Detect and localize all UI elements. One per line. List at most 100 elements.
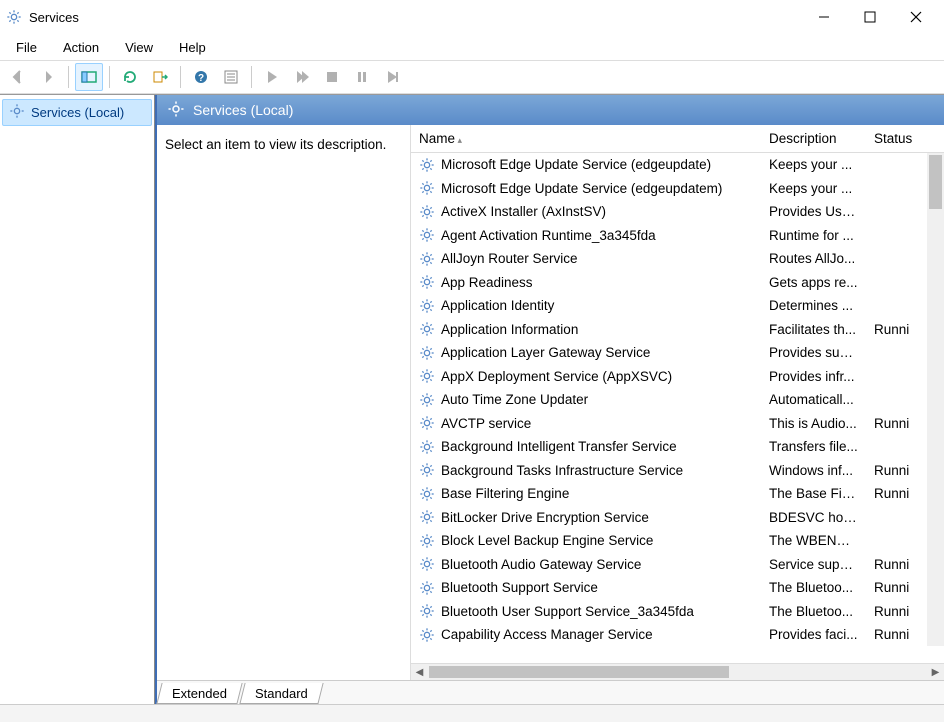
gear-icon [419, 204, 435, 220]
gear-icon [419, 227, 435, 243]
gear-icon [419, 368, 435, 384]
menu-file[interactable]: File [6, 37, 47, 58]
refresh-icon[interactable] [116, 63, 144, 91]
service-row[interactable]: Auto Time Zone UpdaterAutomaticall... [411, 388, 927, 412]
tabs-bottom: ExtendedStandard [157, 680, 944, 704]
service-name: Application Information [441, 322, 578, 337]
tree-root-item[interactable]: Services (Local) [2, 99, 152, 126]
service-name: BitLocker Drive Encryption Service [441, 510, 649, 525]
back-icon [4, 63, 32, 91]
service-row[interactable]: Bluetooth Audio Gateway ServiceService s… [411, 553, 927, 577]
service-row[interactable]: Background Tasks Infrastructure ServiceW… [411, 459, 927, 483]
service-row[interactable]: Base Filtering EngineThe Base Filt...Run… [411, 482, 927, 506]
vertical-scrollbar[interactable] [927, 153, 944, 646]
gear-icon [419, 392, 435, 408]
service-desc: Routes AllJo... [761, 251, 866, 266]
statusbar [0, 704, 944, 722]
service-desc: Facilitates th... [761, 322, 866, 337]
service-desc: The Bluetoo... [761, 580, 866, 595]
gear-icon [419, 415, 435, 431]
tab-standard[interactable]: Standard [239, 683, 323, 704]
service-row[interactable]: Background Intelligent Transfer ServiceT… [411, 435, 927, 459]
service-desc: Automaticall... [761, 392, 866, 407]
service-name: Application Layer Gateway Service [441, 345, 650, 360]
workspace: Services (Local) Services (Local) Select… [0, 94, 944, 704]
services-icon [9, 103, 25, 122]
service-row[interactable]: Application Layer Gateway ServiceProvide… [411, 341, 927, 365]
right-body: Select an item to view its description. … [157, 125, 944, 680]
service-row[interactable]: Capability Access Manager Service Provide… [411, 623, 927, 647]
gear-icon [419, 556, 435, 572]
svg-text:?: ? [198, 73, 204, 84]
gear-icon [419, 274, 435, 290]
gear-icon [419, 580, 435, 596]
service-row[interactable]: Bluetooth Support ServiceThe Bluetoo...R… [411, 576, 927, 600]
service-row[interactable]: BitLocker Drive Encryption ServiceBDESVC… [411, 506, 927, 530]
menu-view[interactable]: View [115, 37, 163, 58]
column-description[interactable]: Description [761, 127, 866, 150]
service-desc: Keeps your ... [761, 181, 866, 196]
app-icon [5, 8, 23, 26]
menu-help[interactable]: Help [169, 37, 216, 58]
service-desc: This is Audio... [761, 416, 866, 431]
hscroll-right-icon[interactable]: ▶ [927, 664, 944, 680]
gear-icon [419, 180, 435, 196]
service-row[interactable]: Block Level Backup Engine ServiceThe WBE… [411, 529, 927, 553]
list-scroll-area: Microsoft Edge Update Service (edgeupdat… [411, 153, 944, 663]
service-name: Capability Access Manager Service [441, 627, 653, 642]
service-desc: The Base Filt... [761, 486, 866, 501]
window-title: Services [29, 10, 79, 25]
service-name: Agent Activation Runtime_3a345fda [441, 228, 656, 243]
service-status: Runni [866, 486, 926, 501]
service-row[interactable]: AllJoyn Router ServiceRoutes AllJo... [411, 247, 927, 271]
right-pane: Services (Local) Select an item to view … [155, 95, 944, 704]
service-name: Microsoft Edge Update Service (edgeupdat… [441, 157, 711, 172]
minimize-button[interactable] [801, 2, 847, 32]
service-row[interactable]: Agent Activation Runtime_3a345fdaRuntime… [411, 224, 927, 248]
service-row[interactable]: Microsoft Edge Update Service (edgeupdat… [411, 177, 927, 201]
tree-root-label: Services (Local) [31, 105, 124, 120]
hscroll-left-icon[interactable]: ◀ [411, 664, 428, 680]
service-list: Name Description Status Microsoft Edge U… [410, 125, 944, 680]
menu-action[interactable]: Action [53, 37, 109, 58]
service-row[interactable]: Application Information Facilitates th...… [411, 318, 927, 342]
service-row[interactable]: Application IdentityDetermines ... [411, 294, 927, 318]
service-desc: Provides faci... [761, 627, 866, 642]
tab-extended[interactable]: Extended [156, 683, 242, 704]
help-icon[interactable]: ? [187, 63, 215, 91]
gear-icon [419, 321, 435, 337]
service-row[interactable]: ActiveX Installer (AxInstSV)Provides Use… [411, 200, 927, 224]
menubar: File Action View Help [0, 34, 944, 60]
hscroll-thumb[interactable] [429, 666, 729, 678]
service-status: Runni [866, 627, 926, 642]
column-headers: Name Description Status [411, 125, 944, 153]
properties-icon[interactable] [217, 63, 245, 91]
right-header-label: Services (Local) [193, 102, 293, 118]
service-row[interactable]: AppX Deployment Service (AppXSVC)Provide… [411, 365, 927, 389]
column-status[interactable]: Status [866, 127, 926, 150]
column-name[interactable]: Name [411, 127, 761, 150]
gear-icon [419, 627, 435, 643]
service-row[interactable]: AVCTP serviceThis is Audio...Runni [411, 412, 927, 436]
service-status: Runni [866, 322, 926, 337]
description-pane: Select an item to view its description. [157, 125, 410, 680]
service-name: Bluetooth Support Service [441, 580, 598, 595]
vscroll-thumb[interactable] [929, 155, 942, 209]
export-list-icon[interactable] [146, 63, 174, 91]
maximize-button[interactable] [847, 2, 893, 32]
detail-pane-icon[interactable] [75, 63, 103, 91]
services-header-icon [167, 100, 185, 121]
service-desc: Provides Use... [761, 204, 866, 219]
gear-icon [419, 462, 435, 478]
window-controls [801, 2, 939, 32]
service-row[interactable]: Bluetooth User Support Service_3a345fdaT… [411, 600, 927, 624]
right-header: Services (Local) [157, 95, 944, 125]
service-row[interactable]: Microsoft Edge Update Service (edgeupdat… [411, 153, 927, 177]
service-row[interactable]: App ReadinessGets apps re... [411, 271, 927, 295]
service-desc: Keeps your ... [761, 157, 866, 172]
gear-icon [419, 533, 435, 549]
horizontal-scrollbar[interactable]: ◀ ▶ [411, 663, 944, 680]
close-button[interactable] [893, 2, 939, 32]
service-desc: Transfers file... [761, 439, 866, 454]
service-desc: Windows inf... [761, 463, 866, 478]
